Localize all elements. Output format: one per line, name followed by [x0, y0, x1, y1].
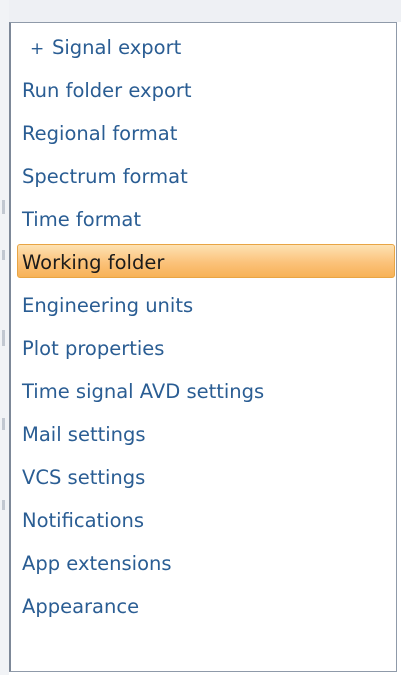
tree-item-label: Spectrum format	[22, 165, 188, 188]
tree-item-time-signal-avd-settings[interactable]: Time signal AVD settings	[17, 375, 395, 418]
tree-item-regional-format[interactable]: Regional format	[17, 117, 395, 160]
tree-item-label: Appearance	[22, 595, 140, 618]
edge-mark	[2, 418, 5, 430]
left-window-edge	[0, 0, 9, 675]
settings-tree-panel: + Signal export Run folder export Regiona…	[9, 22, 397, 672]
tree-item-label: Working folder	[22, 251, 165, 274]
tree-item-label: Time format	[22, 208, 141, 231]
tree-item-label: Signal export	[52, 36, 182, 59]
tree-item-signal-export[interactable]: + Signal export	[17, 31, 395, 74]
tree-item-run-folder-export[interactable]: Run folder export	[17, 74, 395, 117]
tree-item-app-extensions[interactable]: App extensions	[17, 547, 395, 590]
tree-item-label: Plot properties	[22, 337, 165, 360]
tree-item-label: Engineering units	[22, 294, 194, 317]
tree-item-working-folder[interactable]: Working folder	[17, 244, 395, 289]
tree-item-label: Mail settings	[22, 423, 146, 446]
tree-item-time-format[interactable]: Time format	[17, 203, 395, 246]
tree-item-notifications[interactable]: Notifications	[17, 504, 395, 547]
tree-item-label: VCS settings	[22, 466, 146, 489]
tree-item-label: Run folder export	[22, 79, 192, 102]
tree-item-label: Notifications	[22, 509, 145, 532]
settings-tree-list: + Signal export Run folder export Regiona…	[17, 31, 395, 633]
tree-item-label: Regional format	[22, 122, 178, 145]
tree-item-mail-settings[interactable]: Mail settings	[17, 418, 395, 461]
edge-mark	[2, 330, 5, 346]
tree-item-vcs-settings[interactable]: VCS settings	[17, 461, 395, 504]
edge-mark	[2, 200, 5, 214]
edge-mark	[2, 500, 5, 510]
expand-icon[interactable]: +	[22, 32, 52, 66]
edge-mark	[2, 250, 5, 260]
tree-item-label: App extensions	[22, 552, 172, 575]
tree-item-appearance[interactable]: Appearance	[17, 590, 395, 633]
tree-item-plot-properties[interactable]: Plot properties	[17, 332, 395, 375]
tree-item-label: Time signal AVD settings	[22, 380, 265, 403]
tree-item-spectrum-format[interactable]: Spectrum format	[17, 160, 395, 203]
window-top-strip	[0, 0, 401, 22]
tree-item-engineering-units[interactable]: Engineering units	[17, 289, 395, 332]
